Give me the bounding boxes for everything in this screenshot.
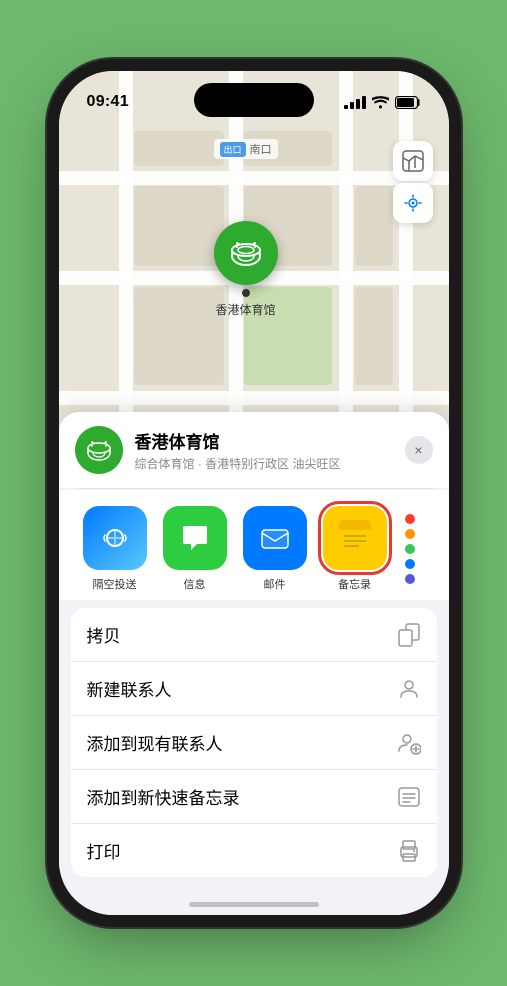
action-list: 拷贝 新建联系人 添加到现有联系人 [71,608,437,877]
share-label-notes: 备忘录 [338,576,371,592]
share-item-messages[interactable]: 信息 [155,506,235,592]
map-type-button[interactable] [393,141,433,181]
location-button[interactable] [393,183,433,223]
entrance-badge: 出口 [220,142,246,157]
action-text-print: 打印 [87,838,121,863]
signal-bars [344,96,366,109]
divider [75,488,433,489]
stadium-pin: 香港体育馆 [214,221,278,318]
mail-icon [243,506,307,570]
action-text-add-contact: 添加到现有联系人 [87,730,223,755]
action-item-quick-note[interactable]: 添加到新快速备忘录 [71,770,437,824]
print-icon [397,839,421,863]
share-item-airdrop[interactable]: 隔空投送 [75,506,155,592]
add-contact-icon [397,731,421,755]
share-label-messages: 信息 [184,576,206,592]
battery-icon [395,96,421,109]
status-icons [344,96,421,109]
pin-label: 香港体育馆 [215,301,275,318]
airdrop-icon [83,506,147,570]
venue-icon [75,426,123,474]
dynamic-island [194,83,314,117]
quick-note-icon [397,785,421,809]
entrance-text: 南口 [250,141,272,157]
action-item-new-contact[interactable]: 新建联系人 [71,662,437,716]
venue-name: 香港体育馆 [135,428,393,453]
venue-info: 香港体育馆 综合体育馆 · 香港特别行政区 油尖旺区 [135,428,393,472]
share-label-mail: 邮件 [264,576,286,592]
share-row: 隔空投送 信息 邮件 [59,490,449,600]
close-button[interactable]: × [405,436,433,464]
share-item-mail[interactable]: 邮件 [235,506,315,592]
map-entrance-label: 出口 南口 [214,139,278,159]
copy-icon [397,623,421,647]
home-indicator [189,902,319,907]
action-text-copy: 拷贝 [87,622,121,647]
status-time: 09:41 [87,93,129,111]
more-dots [405,506,415,592]
wifi-icon [372,96,389,109]
phone-frame: 09:41 [59,71,449,915]
messages-icon [163,506,227,570]
action-item-print[interactable]: 打印 [71,824,437,877]
notes-icon [323,506,387,570]
action-text-quick-note: 添加到新快速备忘录 [87,784,240,809]
bottom-sheet: 香港体育馆 综合体育馆 · 香港特别行政区 油尖旺区 × [59,412,449,915]
venue-desc: 综合体育馆 · 香港特别行政区 油尖旺区 [135,455,393,472]
venue-card: 香港体育馆 综合体育馆 · 香港特别行政区 油尖旺区 × [59,412,449,488]
share-label-airdrop: 隔空投送 [93,576,137,592]
share-item-notes[interactable]: 备忘录 [315,506,395,592]
action-item-add-contact[interactable]: 添加到现有联系人 [71,716,437,770]
pin-dot [242,289,250,297]
action-text-new-contact: 新建联系人 [87,676,172,701]
new-contact-icon [397,677,421,701]
map-controls [393,141,433,223]
pin-icon [214,221,278,285]
share-item-more[interactable] [395,506,425,592]
action-item-copy[interactable]: 拷贝 [71,608,437,662]
